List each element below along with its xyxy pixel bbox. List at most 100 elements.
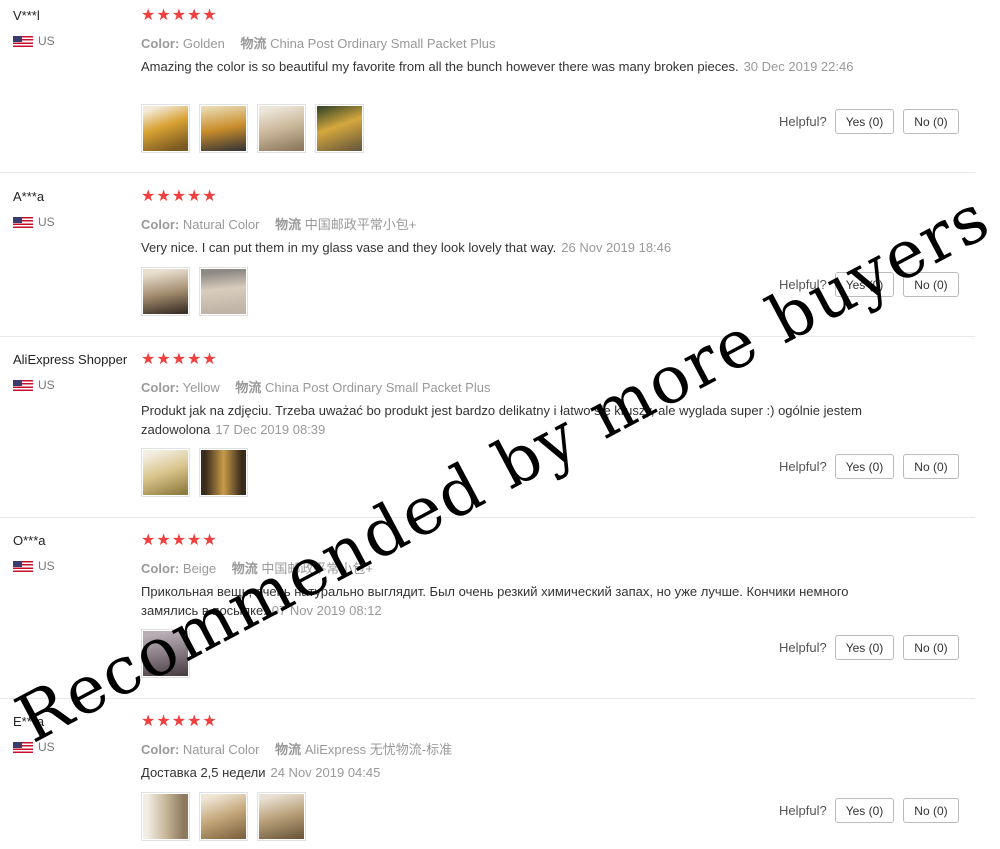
review-photo[interactable]: [141, 267, 190, 316]
review-photo[interactable]: [315, 104, 364, 153]
review-photo[interactable]: [141, 104, 190, 153]
helpful-no-button[interactable]: No (0): [903, 109, 959, 134]
photo-image: [259, 794, 304, 839]
reviewer-name: A***a: [13, 189, 45, 204]
helpful-vote: Helpful? Yes (0) No (0): [779, 798, 968, 823]
logistics-value: China Post Ordinary Small Packet Plus: [270, 36, 496, 51]
order-info: Color: Golden 物流 China Post Ordinary Sma…: [141, 33, 496, 52]
review-photo[interactable]: [257, 104, 306, 153]
photo-image: [317, 106, 362, 151]
review-text: Very nice. I can put them in my glass va…: [141, 238, 881, 257]
color-value: Natural Color: [182, 742, 260, 757]
color-label: Color:: [141, 36, 180, 51]
color-label: Color:: [141, 380, 180, 395]
country-code: US: [38, 559, 55, 573]
review-divider: [0, 172, 975, 173]
us-flag-icon: [13, 741, 33, 753]
color-label: Color:: [141, 742, 180, 757]
review-date: 07 Nov 2019 08:12: [271, 603, 382, 618]
review-body: Доставка 2,5 недели: [141, 765, 266, 780]
helpful-label: Helpful?: [779, 803, 827, 818]
helpful-yes-button[interactable]: Yes (0): [834, 798, 895, 823]
helpful-no-button[interactable]: No (0): [903, 635, 959, 660]
review-body: Very nice. I can put them in my glass va…: [141, 240, 557, 255]
helpful-vote: Helpful? Yes (0) No (0): [779, 635, 968, 660]
review-text: Доставка 2,5 недели 24 Nov 2019 04:45: [141, 763, 881, 782]
helpful-yes-button[interactable]: Yes (0): [834, 109, 895, 134]
helpful-no-button[interactable]: No (0): [903, 798, 959, 823]
review-divider: [0, 517, 975, 518]
review-date: 17 Dec 2019 08:39: [215, 422, 326, 437]
photo-image: [201, 794, 246, 839]
us-flag-icon: [13, 379, 33, 391]
logistics-label: 物流: [240, 36, 267, 51]
logistics-label: 物流: [231, 561, 258, 576]
reviewer-name: O***a: [13, 533, 46, 548]
review-body: Amazing the color is so beautiful my fav…: [141, 59, 739, 74]
logistics-value: 中国邮政平常小包+: [304, 217, 417, 232]
reviewer-name: V***l: [13, 8, 40, 23]
review-photo[interactable]: [199, 792, 248, 841]
helpful-yes-button[interactable]: Yes (0): [834, 454, 895, 479]
reviewer-name: AliExpress Shopper: [13, 352, 128, 367]
review-text: Produkt jak na zdjęciu. Trzeba uważać bo…: [141, 401, 881, 439]
photo-image: [143, 631, 188, 676]
star-rating: ★★★★★: [141, 713, 218, 730]
logistics-value: China Post Ordinary Small Packet Plus: [265, 380, 491, 395]
star-rating: ★★★★★: [141, 188, 218, 205]
order-info: Color: Natural Color 物流 中国邮政平常小包+: [141, 214, 416, 233]
logistics-label: 物流: [275, 742, 302, 757]
helpful-vote: Helpful? Yes (0) No (0): [779, 454, 968, 479]
review-photo[interactable]: [199, 267, 248, 316]
helpful-label: Helpful?: [779, 459, 827, 474]
country-code: US: [38, 378, 55, 392]
helpful-label: Helpful?: [779, 277, 827, 292]
photo-image: [143, 269, 188, 314]
color-value: Natural Color: [182, 217, 260, 232]
review-date: 26 Nov 2019 18:46: [561, 240, 672, 255]
review-date: 30 Dec 2019 22:46: [743, 59, 854, 74]
review-divider: [0, 336, 975, 337]
order-info: Color: Natural Color 物流 AliExpress 无忧物流-…: [141, 739, 452, 758]
review-divider: [0, 698, 975, 699]
us-flag-icon: [13, 216, 33, 228]
review-body: Прикольная вещь, очень натурально выгляд…: [141, 584, 849, 618]
logistics-value: 中国邮政平常小包+: [261, 561, 374, 576]
review-text: Amazing the color is so beautiful my fav…: [141, 57, 881, 76]
photo-image: [259, 106, 304, 151]
review-photo[interactable]: [199, 104, 248, 153]
star-rating: ★★★★★: [141, 351, 218, 368]
color-value: Beige: [182, 561, 217, 576]
review-photo[interactable]: [141, 792, 190, 841]
order-info: Color: Yellow 物流 China Post Ordinary Sma…: [141, 377, 490, 396]
country-code: US: [38, 34, 55, 48]
order-info: Color: Beige 物流 中国邮政平常小包+: [141, 558, 373, 577]
review-photos: [141, 267, 248, 316]
review-photo[interactable]: [141, 629, 190, 678]
reviewer-country: US: [13, 215, 55, 229]
helpful-no-button[interactable]: No (0): [903, 454, 959, 479]
star-rating: ★★★★★: [141, 7, 218, 24]
helpful-yes-button[interactable]: Yes (0): [834, 272, 895, 297]
helpful-label: Helpful?: [779, 114, 827, 129]
color-value: Yellow: [182, 380, 220, 395]
review-photos: [141, 792, 306, 841]
helpful-yes-button[interactable]: Yes (0): [834, 635, 895, 660]
reviewer-country: US: [13, 378, 55, 392]
helpful-vote: Helpful? Yes (0) No (0): [779, 109, 968, 134]
logistics-label: 物流: [235, 380, 262, 395]
helpful-no-button[interactable]: No (0): [903, 272, 959, 297]
photo-image: [143, 450, 188, 495]
color-value: Golden: [182, 36, 225, 51]
photo-image: [201, 269, 246, 314]
review-photo[interactable]: [141, 448, 190, 497]
country-code: US: [38, 740, 55, 754]
color-label: Color:: [141, 561, 180, 576]
review-photo[interactable]: [199, 448, 248, 497]
review-photos: [141, 629, 190, 678]
star-rating: ★★★★★: [141, 532, 218, 549]
review-photo[interactable]: [257, 792, 306, 841]
reviewer-country: US: [13, 559, 55, 573]
photo-image: [143, 794, 188, 839]
review-photos: [141, 104, 364, 153]
